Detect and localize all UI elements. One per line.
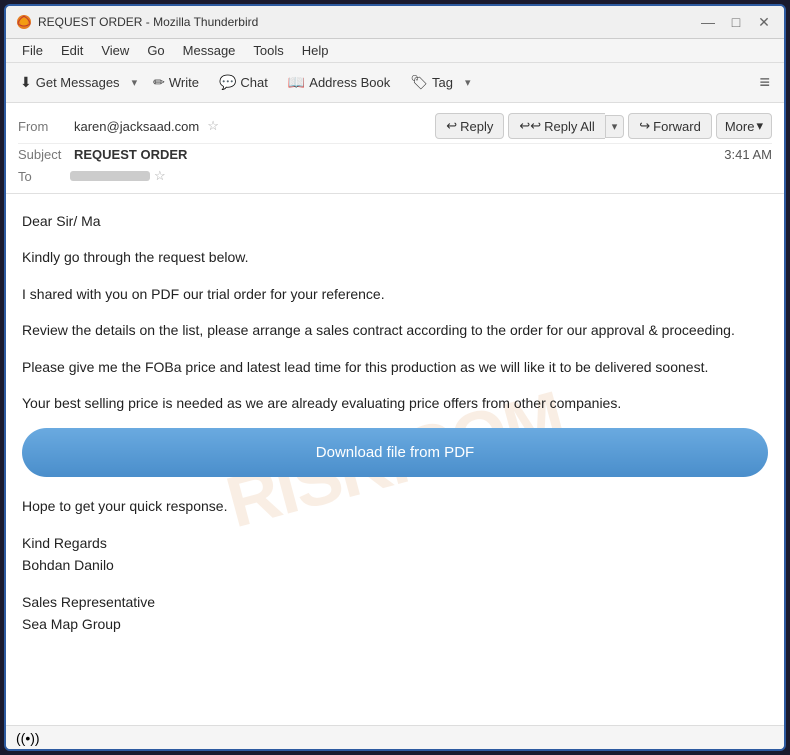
menu-help[interactable]: Help xyxy=(294,41,337,60)
reply-all-dropdown[interactable]: ▾ xyxy=(605,115,625,138)
status-icon: ((•)) xyxy=(16,730,40,746)
menu-message[interactable]: Message xyxy=(175,41,244,60)
reply-all-button[interactable]: ↩↩ Reply All xyxy=(508,113,604,139)
download-button[interactable]: Download file from PDF xyxy=(22,428,768,477)
more-dropdown-icon: ▾ xyxy=(756,118,763,134)
para2: I shared with you on PDF our trial order… xyxy=(22,283,768,305)
title-bar: REQUEST ORDER - Mozilla Thunderbird — □ … xyxy=(6,6,784,39)
para5: Your best selling price is needed as we … xyxy=(22,392,768,414)
email-header-top: From karen@jacksaad.com ☆ ↩ Reply ↩↩ Rep… xyxy=(18,109,772,144)
maximize-button[interactable]: □ xyxy=(726,12,746,32)
tag-button[interactable]: 🏷 Tag xyxy=(402,70,461,95)
menu-file[interactable]: File xyxy=(14,41,51,60)
para6: Hope to get your quick response. xyxy=(22,495,768,517)
toolbar-menu-button[interactable]: ≡ xyxy=(751,68,778,97)
title-controls: — □ ✕ xyxy=(698,12,774,32)
closing1: Kind Regards xyxy=(22,532,768,554)
email-header-actions: ↩ Reply ↩↩ Reply All ▾ ↪ Forward More ▾ xyxy=(435,113,772,139)
get-messages-dropdown[interactable]: ▾ xyxy=(128,72,142,93)
subject-label: Subject xyxy=(18,147,70,162)
chat-icon: 💬 xyxy=(219,74,236,91)
email-body: RISK.COM Dear Sir/ Ma Kindly go through … xyxy=(6,194,784,725)
para4: Please give me the FOBa price and latest… xyxy=(22,356,768,378)
to-avatar xyxy=(70,171,150,181)
window-title: REQUEST ORDER - Mozilla Thunderbird xyxy=(38,15,258,29)
get-messages-group: ⬇ Get Messages ▾ xyxy=(12,70,141,95)
email-body-content: Dear Sir/ Ma Kindly go through the reque… xyxy=(22,210,768,635)
closing2: Bohdan Danilo xyxy=(22,554,768,576)
chat-button[interactable]: 💬 Chat xyxy=(211,70,276,95)
subject-row: Subject REQUEST ORDER 3:41 AM xyxy=(18,144,772,165)
tag-group: 🏷 Tag ▾ xyxy=(402,70,474,95)
address-book-button[interactable]: 📖 Address Book xyxy=(280,70,398,95)
to-row: To ☆ xyxy=(18,165,772,187)
para1: Kindly go through the request below. xyxy=(22,246,768,268)
menu-edit[interactable]: Edit xyxy=(53,41,91,60)
email-header: From karen@jacksaad.com ☆ ↩ Reply ↩↩ Rep… xyxy=(6,103,784,194)
write-button[interactable]: ✏ Write xyxy=(145,70,207,95)
get-messages-icon: ⬇ xyxy=(20,74,32,91)
tag-icon: 🏷 xyxy=(410,74,428,91)
toolbar: ⬇ Get Messages ▾ ✏ Write 💬 Chat 📖 Addres… xyxy=(6,63,784,103)
reply-all-icon: ↩↩ xyxy=(519,118,541,134)
main-window: REQUEST ORDER - Mozilla Thunderbird — □ … xyxy=(4,4,786,751)
get-messages-button[interactable]: ⬇ Get Messages xyxy=(12,70,128,95)
from-star-icon[interactable]: ☆ xyxy=(207,118,219,134)
forward-icon: ↪ xyxy=(639,118,650,134)
menu-tools[interactable]: Tools xyxy=(245,41,291,60)
app-icon xyxy=(16,14,32,30)
greeting: Dear Sir/ Ma xyxy=(22,210,768,232)
address-book-icon: 📖 xyxy=(288,74,305,91)
para3: Review the details on the list, please a… xyxy=(22,319,768,341)
closing4: Sales Representative xyxy=(22,591,768,613)
reply-button[interactable]: ↩ Reply xyxy=(435,113,504,139)
title-bar-left: REQUEST ORDER - Mozilla Thunderbird xyxy=(16,14,258,30)
closing5: Sea Map Group xyxy=(22,613,768,635)
tag-dropdown[interactable]: ▾ xyxy=(461,72,475,93)
to-star-icon[interactable]: ☆ xyxy=(154,168,166,184)
status-bar: ((•)) xyxy=(6,725,784,749)
from-value: karen@jacksaad.com xyxy=(74,119,199,134)
menu-go[interactable]: Go xyxy=(139,41,172,60)
close-button[interactable]: ✕ xyxy=(754,12,774,32)
menu-view[interactable]: View xyxy=(93,41,137,60)
minimize-button[interactable]: — xyxy=(698,12,718,32)
from-row: From karen@jacksaad.com ☆ xyxy=(18,118,219,134)
email-time: 3:41 AM xyxy=(724,147,772,162)
reply-icon: ↩ xyxy=(446,118,457,134)
from-label: From xyxy=(18,119,70,134)
subject-value: REQUEST ORDER xyxy=(74,147,187,162)
write-icon: ✏ xyxy=(153,74,165,91)
more-button[interactable]: More ▾ xyxy=(716,113,772,139)
forward-button[interactable]: ↪ Forward xyxy=(628,113,712,139)
menu-bar: File Edit View Go Message Tools Help xyxy=(6,39,784,63)
reply-all-group: ↩↩ Reply All ▾ xyxy=(508,113,624,139)
to-label: To xyxy=(18,169,70,184)
